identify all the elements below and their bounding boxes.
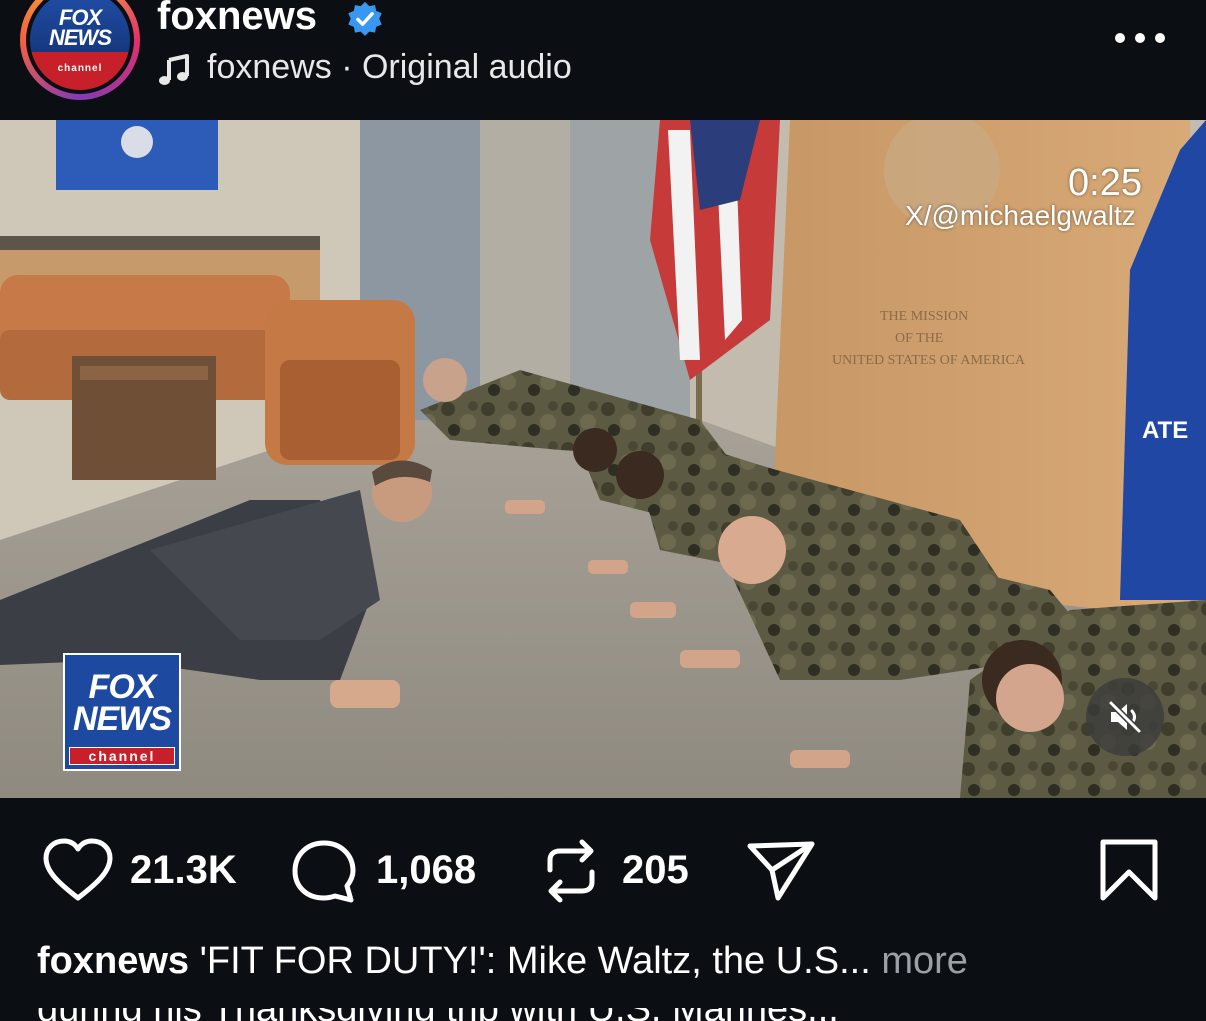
watermark-channel: channel: [69, 747, 175, 765]
watermark-line2: NEWS: [73, 700, 172, 738]
avatar-logo-line2: NEWS: [49, 25, 112, 50]
post-caption: foxnews 'FIT FOR DUTY!': Mike Waltz, the…: [37, 940, 968, 983]
fox-news-watermark: FOX NEWS channel: [63, 653, 181, 771]
avatar-logo-channel: channel: [57, 63, 103, 74]
mute-toggle-button[interactable]: [1086, 678, 1164, 756]
sign-line1: THE MISSION: [880, 309, 968, 324]
audio-attribution[interactable]: foxnews · Original audio: [207, 48, 572, 87]
fox-news-logo: FOX NEWS channel: [30, 0, 130, 90]
sign-line2: OF THE: [895, 331, 943, 346]
reposts-count: 205: [622, 848, 689, 892]
heart-icon: [43, 838, 113, 901]
audio-owner: foxnews: [207, 48, 332, 86]
avatar[interactable]: FOX NEWS channel: [20, 0, 140, 100]
like-action[interactable]: 21.3K: [42, 838, 257, 904]
video-source-handle: X/@michaelgwaltz: [905, 200, 1136, 231]
verified-badge-icon: [348, 1, 382, 36]
comments-count: 1,068: [376, 848, 477, 892]
avatar-logo-text: FOX NEWS: [30, 7, 130, 50]
audio-label: Original audio: [361, 48, 572, 86]
comment-action[interactable]: 1,068: [290, 838, 505, 904]
speaker-muted-icon: [1108, 700, 1142, 734]
caption-next-line-text: during his Thanksgiving trip with U.S. M…: [37, 1008, 937, 1021]
caption-more-link[interactable]: more: [881, 940, 968, 982]
sign-line3: UNITED STATES OF AMERICA: [832, 353, 1026, 368]
flag-text: ATE: [1142, 417, 1188, 444]
caption-next-line: during his Thanksgiving trip with U.S. M…: [37, 1008, 937, 1021]
avatar-frame: FOX NEWS channel: [26, 0, 134, 94]
post-header: FOX NEWS channel foxnews foxnews · Origi…: [0, 0, 1206, 120]
watermark-logo-text: FOX NEWS: [65, 668, 179, 738]
watermark-line1: FOX: [88, 668, 157, 706]
share-icon: [747, 841, 815, 901]
author-username[interactable]: foxnews: [157, 0, 317, 39]
caption-text: 'FIT FOR DUTY!': Mike Waltz, the U.S...: [199, 940, 871, 982]
caption-username[interactable]: foxnews: [37, 940, 189, 982]
video-player[interactable]: ATE THE MISSION OF THE UNITED STATES OF …: [0, 120, 1206, 798]
video-timestamp: 0:25: [1068, 162, 1142, 204]
audio-separator: ·: [341, 48, 353, 86]
music-note-icon: [159, 54, 189, 85]
comment-icon: [292, 840, 356, 903]
repost-action[interactable]: 205: [540, 838, 715, 904]
likes-count: 21.3K: [130, 848, 237, 892]
share-action[interactable]: [746, 838, 816, 904]
repost-icon: [547, 839, 595, 903]
bookmark-icon: [1100, 839, 1158, 901]
more-options-icon[interactable]: [1112, 28, 1168, 48]
bookmark-action[interactable]: [1098, 838, 1160, 904]
